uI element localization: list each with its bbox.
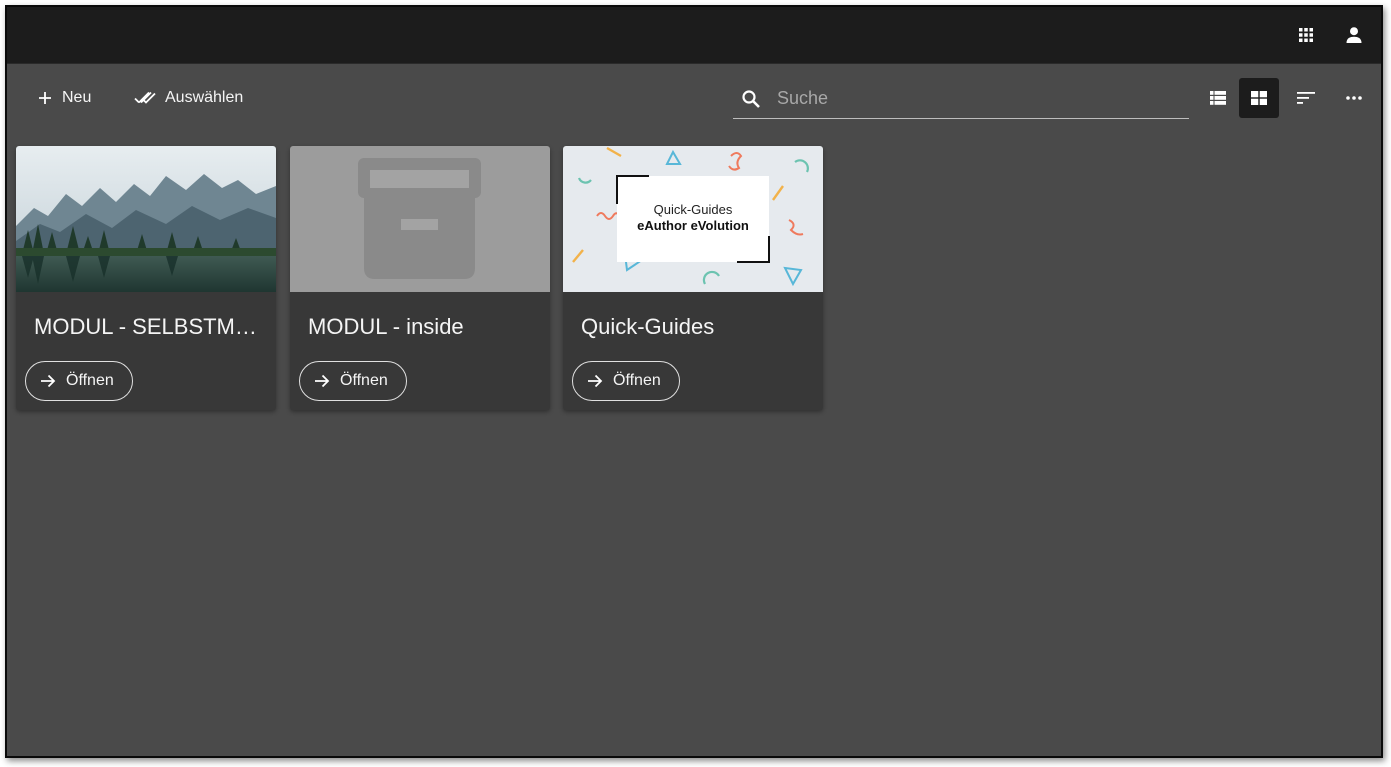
module-card[interactable]: MODUL - inside Öffnen [290, 146, 550, 410]
open-button-label: Öffnen [66, 372, 114, 389]
card-title: Quick-Guides [581, 314, 715, 339]
list-view-icon [1210, 91, 1226, 105]
search-box [733, 79, 1189, 119]
grid-view-button[interactable] [1239, 78, 1279, 118]
arrow-right-icon [587, 374, 603, 388]
mountain-lake-image [16, 146, 276, 292]
toolbar: Neu Auswählen [7, 65, 1381, 131]
thumb-title-line2: eAuthor eVolution [637, 218, 749, 233]
open-button[interactable]: Öffnen [299, 361, 407, 401]
card-title: MODUL - SELBSTMA... [34, 314, 266, 339]
sort-icon [1297, 91, 1315, 105]
list-view-button[interactable] [1198, 78, 1238, 118]
top-bar [7, 7, 1381, 64]
search-icon [733, 89, 769, 109]
select-button-label: Auswählen [165, 89, 244, 106]
select-button[interactable]: Auswählen [134, 85, 243, 111]
module-card[interactable]: MODUL - SELBSTMA... Öffnen [16, 146, 276, 410]
thumb-title-line1: Quick-Guides [653, 202, 733, 217]
account-icon[interactable] [1340, 21, 1368, 49]
plus-icon [37, 90, 53, 106]
open-button[interactable]: Öffnen [572, 361, 680, 401]
module-card[interactable]: Quick-Guides eAuthor eVolution Quick-Gui… [563, 146, 823, 410]
app-window: Neu Auswählen Suche MODUL - SELBSTMA... … [5, 5, 1383, 758]
arrow-right-icon [40, 374, 56, 388]
card-title: MODUL - inside [308, 314, 464, 339]
archive-box-icon [358, 158, 481, 279]
apps-grid-icon[interactable] [1292, 21, 1320, 49]
open-button-label: Öffnen [613, 372, 661, 389]
open-button[interactable]: Öffnen [25, 361, 133, 401]
quick-guides-image: Quick-Guides eAuthor eVolution [563, 146, 823, 292]
new-button[interactable]: Neu [37, 85, 91, 111]
more-horizontal-icon [1346, 95, 1362, 101]
sort-button[interactable] [1286, 78, 1326, 118]
search-input[interactable] [769, 88, 1189, 109]
open-button-label: Öffnen [340, 372, 388, 389]
more-options-button[interactable] [1334, 78, 1374, 118]
archive-placeholder-image [290, 146, 550, 292]
arrow-right-icon [314, 374, 330, 388]
grid-view-icon [1251, 91, 1267, 105]
new-button-label: Neu [62, 89, 92, 106]
double-check-icon [134, 90, 156, 106]
